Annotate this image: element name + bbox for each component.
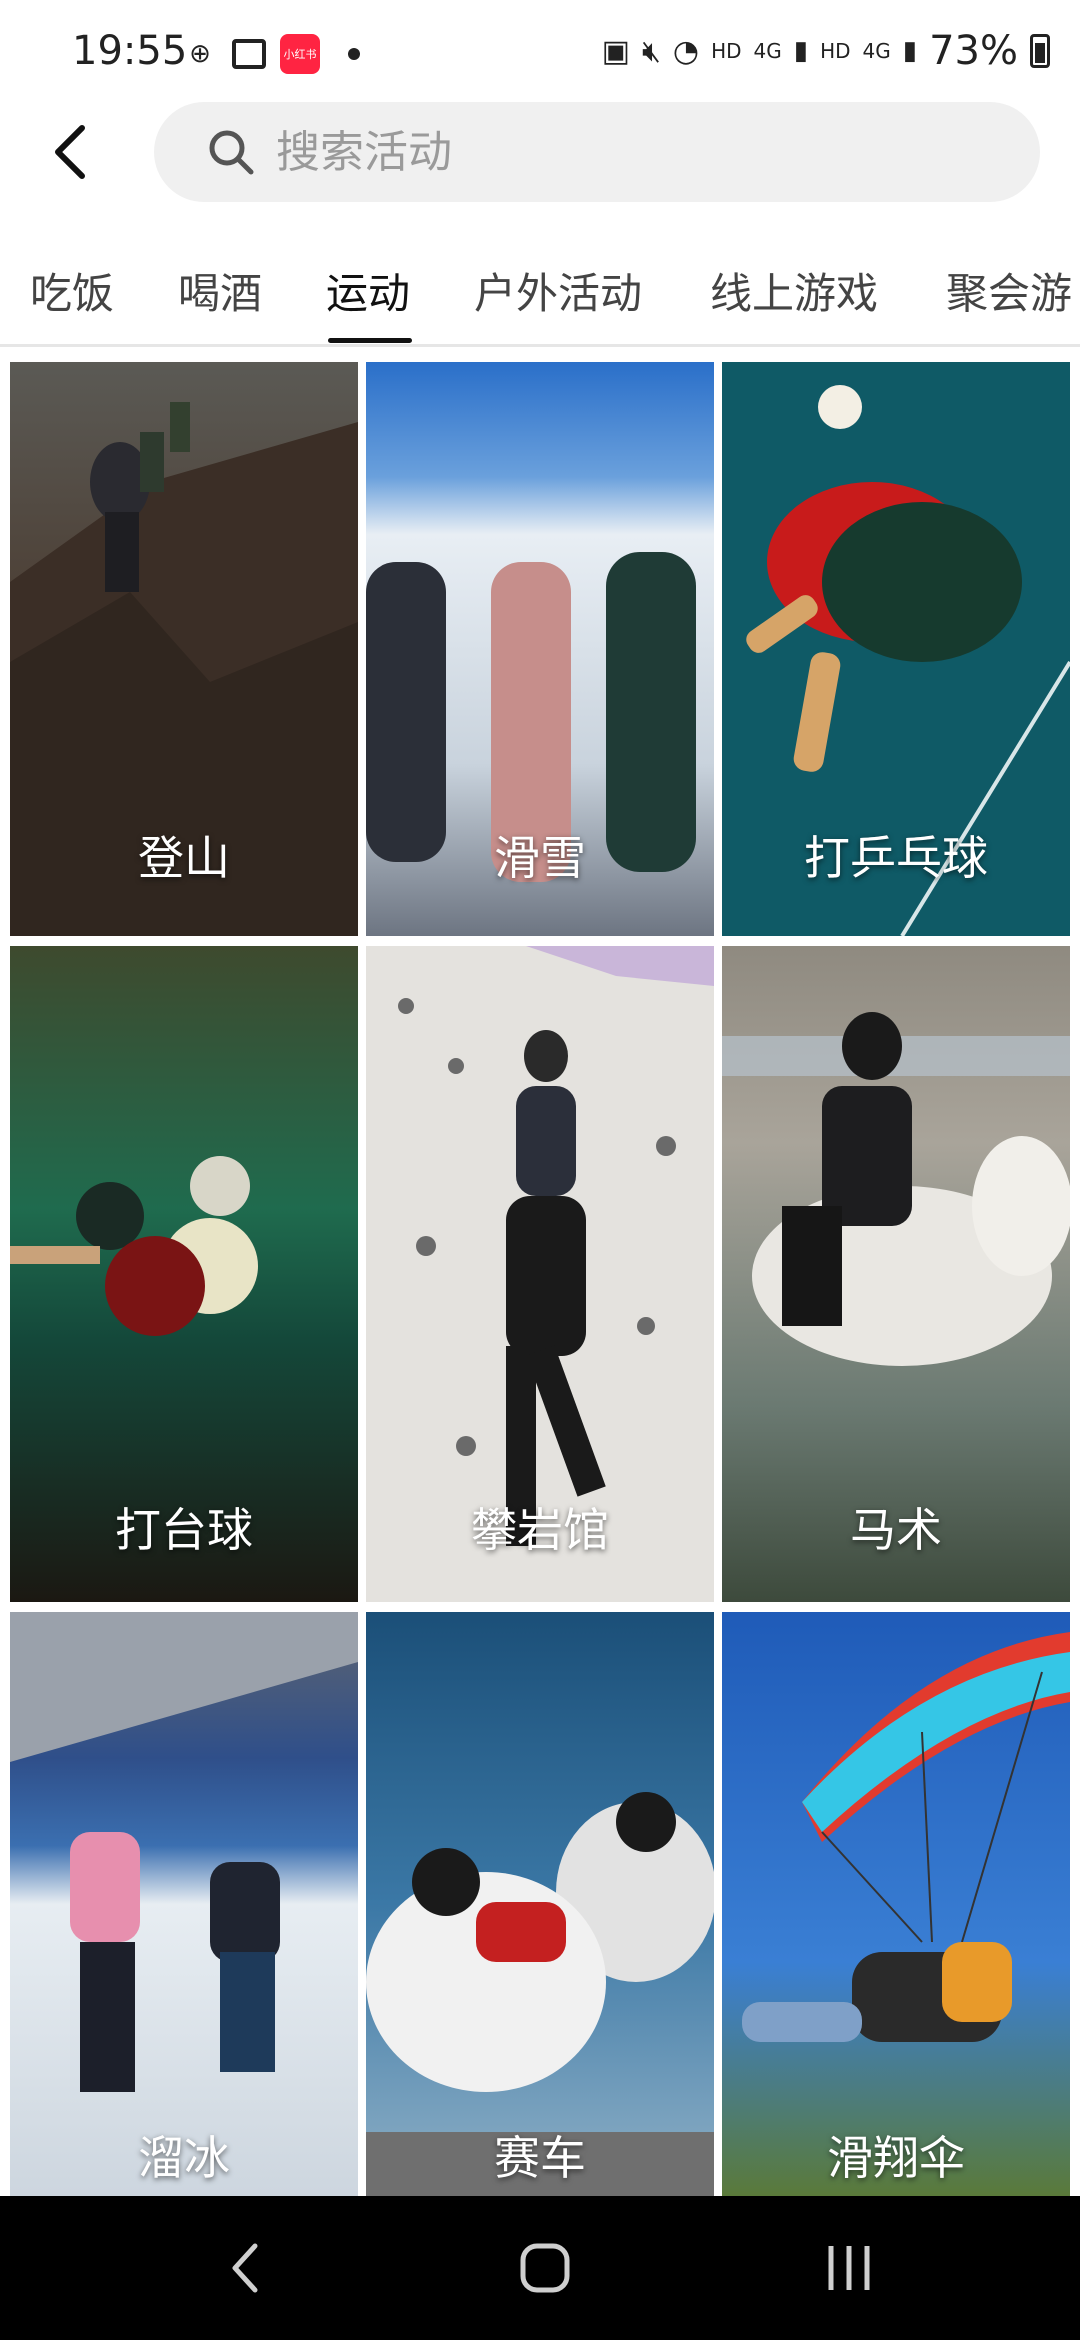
activity-grid: 登山 滑雪 打乒乓球 打台球 攀岩馆 马术 溜冰 赛车 滑翔伞: [0, 362, 1080, 2196]
activity-label: 滑翔伞: [827, 2131, 965, 2185]
activity-tile-billiards[interactable]: 打台球: [10, 946, 358, 1602]
search-input[interactable]: [274, 125, 978, 179]
tab-juhui[interactable]: 聚会游: [946, 260, 1072, 321]
nav-home-button[interactable]: [500, 2232, 590, 2304]
signal-icon-2: ▮: [902, 36, 918, 66]
tab-huwai-huodong[interactable]: 户外活动: [474, 260, 642, 321]
chevron-left-icon: [55, 125, 85, 179]
activity-label: 马术: [850, 1503, 942, 1557]
more-notifications-dot-icon: [348, 48, 360, 60]
system-navigation-bar: [0, 2196, 1080, 2340]
nav-recents-button[interactable]: [804, 2232, 894, 2304]
search-box[interactable]: [154, 102, 1040, 202]
activity-label: 溜冰: [138, 2131, 230, 2185]
tab-xianshang-youxi[interactable]: 线上游戏: [710, 260, 878, 321]
nav-back-icon: [232, 2243, 258, 2293]
wifi-icon: ◔: [672, 33, 700, 69]
activity-label: 打乒乓球: [804, 831, 988, 885]
category-tabs: 吃饭 喝酒 运动 户外活动 线上游戏 聚会游: [0, 240, 1080, 347]
tab-yundong[interactable]: 运动: [326, 260, 410, 321]
activity-tile-hiking[interactable]: 登山: [10, 362, 358, 936]
nav-recents-icon: [828, 2246, 870, 2290]
ice-skating-photo: [10, 1612, 358, 2196]
activity-tile-table-tennis[interactable]: 打乒乓球: [722, 362, 1070, 936]
gallery-icon: [232, 39, 266, 69]
status-notification-icons: ⊕ 小红书: [182, 34, 360, 74]
activity-tile-skiing[interactable]: 滑雪: [366, 362, 714, 936]
racing-photo: [366, 1612, 714, 2196]
status-bar: 19:55 ⊕ 小红书 ▣ 🔇︎ ◔ HD 4G ▮ HD 4G ▮ 73%: [0, 0, 1080, 100]
nav-back-button[interactable]: [200, 2232, 290, 2304]
network-label-3: HD: [820, 39, 851, 63]
activity-tile-equestrian[interactable]: 马术: [722, 946, 1070, 1602]
battery-icon: [1030, 34, 1050, 68]
status-system-icons: ▣ 🔇︎ ◔ HD 4G ▮ HD 4G ▮ 73%: [602, 28, 1050, 74]
nav-home-icon: [520, 2243, 570, 2293]
activity-label: 滑雪: [494, 831, 586, 885]
activity-label: 赛车: [494, 2131, 586, 2185]
plus-circle-icon: ⊕: [189, 39, 211, 69]
status-time: 19:55: [72, 28, 188, 74]
battery-percent: 73%: [929, 28, 1018, 74]
activity-tile-climbing-gym[interactable]: 攀岩馆: [366, 946, 714, 1602]
xiaohongshu-app-icon: 小红书: [280, 34, 320, 74]
activity-tile-paragliding[interactable]: 滑翔伞: [722, 1612, 1070, 2196]
active-tab-indicator: [328, 338, 412, 343]
activity-label: 登山: [138, 831, 230, 885]
back-button[interactable]: [40, 112, 100, 192]
mute-icon: 🔇︎: [642, 33, 661, 69]
paragliding-photo: [722, 1612, 1070, 2196]
activity-label: 打台球: [115, 1503, 253, 1557]
network-label-4: 4G: [862, 39, 891, 63]
signal-icon: ▮: [793, 36, 809, 66]
tab-hejiu[interactable]: 喝酒: [178, 260, 262, 321]
search-icon: [209, 130, 254, 175]
network-label-2: 4G: [753, 39, 782, 63]
battery-saver-icon: ▣: [601, 33, 630, 69]
activity-tile-ice-skating[interactable]: 溜冰: [10, 1612, 358, 2196]
tab-chifan[interactable]: 吃饭: [30, 260, 114, 321]
network-label-1: HD: [711, 39, 742, 63]
activity-label: 攀岩馆: [471, 1503, 609, 1557]
activity-tile-racing[interactable]: 赛车: [366, 1612, 714, 2196]
